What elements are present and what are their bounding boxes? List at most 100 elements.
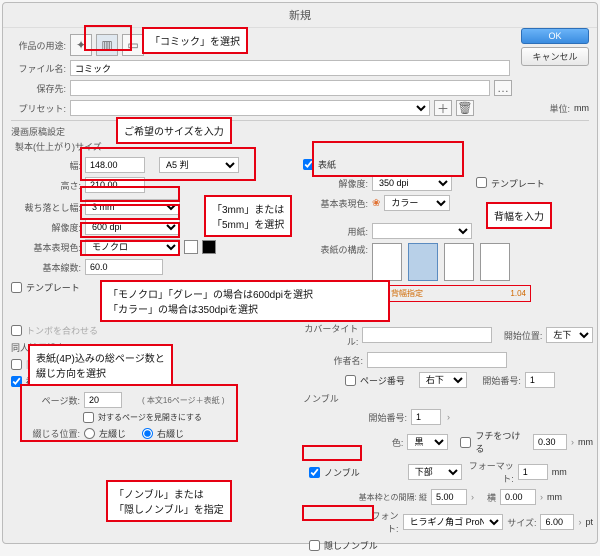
gap-v[interactable] [431,489,467,505]
presetsize-select[interactable]: A5 判 [159,157,239,173]
folder-icon[interactable]: … [494,80,512,96]
callout-comic: 「コミック」を選択 [142,27,248,54]
saveto-label: 保存先: [11,82,66,95]
trim-check[interactable] [11,325,22,336]
section-label: 漫画原稿設定 [11,125,589,138]
filename-input[interactable] [70,60,510,76]
cover-thumb-4[interactable] [480,243,510,281]
callout-pages: 表紙(4P)込みの総ページ数と 綴じ方向を選択 [28,344,173,386]
format-label: フォーマット: [466,459,514,485]
border-w[interactable] [533,434,567,450]
spine-value: 1.04 [510,289,526,298]
chevron-icon-2: › [571,437,574,447]
pagenum-check[interactable] [345,375,356,386]
mm1: mm [578,437,593,447]
spread-check[interactable] [83,412,94,423]
font-label: フォント: [365,509,399,535]
filename-label: ファイル名: [11,62,66,75]
coverpaper-input[interactable] [362,327,492,343]
resolution2-select[interactable]: 350 dpi [372,175,452,191]
binding-label: 綴じる位置: [25,427,80,440]
pt: pt [585,517,593,527]
dialog: 新規 OK キャンセル 作品の用途: ✦ ▥ ▭ ファイル名: 保存先: … プ… [2,2,598,544]
resolution-select[interactable]: 600 dpi [85,219,180,235]
cover-label: 表紙 [318,158,336,171]
preset-add-icon[interactable]: ＋ [434,100,452,116]
pagenum-label: ページ番号 [360,374,405,387]
basiccolor2-label: 基本表現色: [313,197,368,210]
cancel-button[interactable]: キャンセル [521,47,589,66]
template2-check[interactable] [476,177,487,188]
mm3: mm [547,492,562,502]
template-check[interactable] [11,282,22,293]
saveto-input[interactable] [70,80,490,96]
author-input[interactable] [367,352,507,368]
height-label: 高さ: [11,179,81,192]
chev4-icon: › [540,492,543,502]
startno2-input[interactable] [411,409,441,425]
size-input[interactable] [540,514,574,530]
hgap-label: 横 [478,491,496,504]
callout-size: ご希望のサイズを入力 [116,117,232,144]
callout-spine: 背幅を入力 [486,202,552,229]
use-comic-icon[interactable]: ▥ [96,34,118,56]
author-label: 作者名: [303,354,363,367]
cover-check[interactable] [303,159,314,170]
bind-right-label: 右綴じ [157,427,184,440]
swatch-white[interactable] [184,240,198,254]
bind-right-radio[interactable] [142,428,153,439]
cover-thumb-3[interactable] [444,243,474,281]
bleed-select[interactable]: 3 mm [85,199,180,215]
multipage-check[interactable] [11,376,22,387]
pages-note: ( 本文16ページ＋表紙 ) [142,395,225,406]
paper-select[interactable] [372,223,472,239]
coverlayout-label: 表紙の構成: [313,243,368,256]
spine-label: 背幅指定 [391,288,423,299]
callout-dpi: 「モノクロ」「グレー」の場合は600dpiを選択 「カラー」の場合は350dpi… [100,280,390,322]
nombre-label: ノンブル [324,466,360,479]
basiccolor-label: 基本表現色: [11,241,81,254]
pages-input[interactable] [84,392,122,408]
cover-thumb-2[interactable] [408,243,438,281]
swatch-black[interactable] [202,240,216,254]
nombre-check[interactable] [309,467,320,478]
pagenum-pos[interactable]: 右下 [419,372,467,388]
purpose-label: 作品の用途: [11,39,66,52]
basiccolor-select[interactable]: モノクロ [85,239,180,255]
bind-left-radio[interactable] [84,428,95,439]
use-illust-icon[interactable]: ✦ [70,34,92,56]
spread-label: 対するページを見開きにする [98,412,202,423]
preset-label: プリセット: [11,102,66,115]
unit-value: mm [574,103,589,113]
startpos-select[interactable]: 左下 [546,327,593,343]
use-anim-icon[interactable]: ▭ [122,34,144,56]
chev5-icon: › [578,517,581,527]
nombre-pos[interactable]: 下部 [408,464,462,480]
width-input[interactable] [85,157,145,173]
ok-button[interactable]: OK [521,28,589,44]
gap-h[interactable] [500,489,536,505]
width-label: 幅: [11,159,81,172]
doujin-check[interactable] [11,359,22,370]
preset-select[interactable] [70,100,430,116]
pages-label: ページ数: [25,394,80,407]
bleed-label: 裁ち落とし幅: [11,201,81,214]
resolution-label: 解像度: [11,221,81,234]
paper-label: 用紙: [313,225,368,238]
cover-thumb-1[interactable] [372,243,402,281]
format-input[interactable] [518,464,548,480]
basiccolor2-select[interactable]: カラー [384,195,450,211]
res2-label: 解像度: [313,177,368,190]
height-input[interactable] [85,177,145,193]
callout-bleed: 「3mm」または 「5mm」を選択 [204,195,292,237]
border-check[interactable] [460,437,471,448]
startno-label: 開始番号: [471,374,521,387]
color-select[interactable]: 黒 [407,434,448,450]
baselines-input[interactable] [85,259,163,275]
color-icon: ❀ [372,198,380,209]
border-label: フチをつける [475,429,525,455]
startno-input[interactable] [525,372,555,388]
font-select[interactable]: ヒラギノ角ゴ ProN W3 [403,514,503,530]
preset-del-icon[interactable]: 🗑 [456,100,474,116]
chev3-icon: › [471,492,474,502]
